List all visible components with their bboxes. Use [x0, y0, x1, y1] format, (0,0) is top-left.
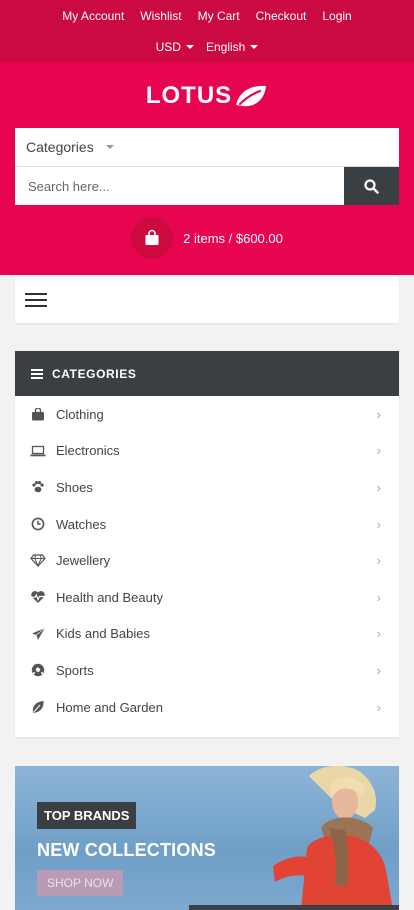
chevron-right-icon: › — [376, 699, 381, 715]
bag-icon — [30, 406, 46, 422]
paw-icon — [30, 479, 46, 495]
categories-panel: CATEGORIES Clothing › Electronics › Shoe… — [15, 351, 399, 737]
leaf-logo-icon — [236, 85, 267, 107]
list-icon — [31, 367, 43, 381]
chevron-right-icon: › — [376, 443, 381, 459]
category-label: Home and Garden — [56, 699, 163, 715]
categories-header[interactable]: CATEGORIES — [15, 351, 399, 396]
category-item-home-and-garden[interactable]: Home and Garden › — [15, 689, 399, 726]
category-label: Shoes — [56, 479, 93, 495]
category-item-kids-and-babies[interactable]: Kids and Babies › — [15, 616, 399, 653]
categories-select-label: Categories — [26, 139, 94, 155]
hamburger-menu-icon[interactable] — [25, 289, 47, 311]
laptop-icon — [30, 443, 46, 459]
account-links: My Account Wishlist My Cart Checkout Log… — [0, 0, 414, 32]
login-link[interactable]: Login — [314, 9, 359, 23]
category-label: Watches — [56, 516, 107, 532]
categories-heading: CATEGORIES — [52, 366, 137, 381]
chevron-right-icon: › — [376, 406, 381, 422]
cart-summary: 2 items / $600.00 — [183, 230, 283, 246]
language-label: English — [205, 40, 246, 54]
shopping-bag-icon — [131, 217, 174, 259]
search-icon — [364, 178, 379, 194]
category-label: Jewellery — [56, 553, 111, 569]
caret-down-icon — [185, 45, 194, 49]
search-bar — [15, 167, 399, 205]
logo[interactable]: LOTUS — [0, 82, 414, 110]
chevron-right-icon: › — [376, 662, 381, 678]
chevron-right-icon: › — [376, 553, 381, 569]
my-cart-link[interactable]: My Cart — [190, 9, 248, 23]
banner-model-image — [189, 766, 399, 910]
clock-icon — [30, 516, 46, 532]
currency-label: USD — [155, 40, 181, 54]
chevron-right-icon: › — [376, 516, 381, 532]
category-item-sports[interactable]: Sports › — [15, 652, 399, 689]
heartbeat-icon — [30, 589, 46, 605]
logo-text: LOTUS — [145, 82, 233, 109]
category-item-health-and-beauty[interactable]: Health and Beauty › — [15, 579, 399, 616]
shop-now-button[interactable]: SHOP NOW — [37, 870, 124, 896]
caret-down-icon — [105, 145, 114, 149]
category-item-clothing[interactable]: Clothing › — [15, 396, 399, 433]
category-label: Health and Beauty — [56, 589, 163, 605]
top-bar: My Account Wishlist My Cart Checkout Log… — [0, 0, 414, 62]
language-dropdown[interactable]: English — [201, 40, 263, 54]
mini-cart[interactable]: 2 items / $600.00 — [0, 217, 414, 259]
diamond-icon — [30, 553, 46, 569]
wishlist-link[interactable]: Wishlist — [132, 9, 189, 23]
categories-select[interactable]: Categories — [15, 128, 399, 167]
header: LOTUS Categories 2 items / $600.00 — [0, 62, 414, 275]
menu-bar — [15, 277, 399, 323]
my-account-link[interactable]: My Account — [54, 9, 132, 23]
banner-headline: NEW COLLECTIONS — [37, 840, 216, 860]
category-label: Electronics — [56, 443, 120, 459]
checkout-link[interactable]: Checkout — [248, 9, 315, 23]
category-label: Kids and Babies — [56, 626, 150, 642]
paper-plane-icon — [30, 626, 46, 642]
category-item-jewellery[interactable]: Jewellery › — [15, 542, 399, 579]
chevron-right-icon: › — [376, 626, 381, 642]
category-item-shoes[interactable]: Shoes › — [15, 469, 399, 506]
currency-dropdown[interactable]: USD — [151, 40, 199, 54]
category-item-watches[interactable]: Watches › — [15, 506, 399, 543]
leaf-icon — [30, 699, 46, 715]
search-input[interactable] — [15, 167, 344, 205]
category-label: Clothing — [56, 406, 104, 422]
search-button[interactable] — [344, 167, 399, 205]
caret-down-icon — [250, 45, 259, 49]
chevron-right-icon: › — [376, 589, 381, 605]
promo-banner[interactable]: TOP BRANDS NEW COLLECTIONS SHOP NOW — [15, 766, 399, 910]
category-item-electronics[interactable]: Electronics › — [15, 433, 399, 470]
top-brands-tag: TOP BRANDS — [37, 802, 137, 829]
soccer-ball-icon — [30, 662, 46, 678]
chevron-right-icon: › — [376, 479, 381, 495]
category-label: Sports — [56, 662, 94, 678]
